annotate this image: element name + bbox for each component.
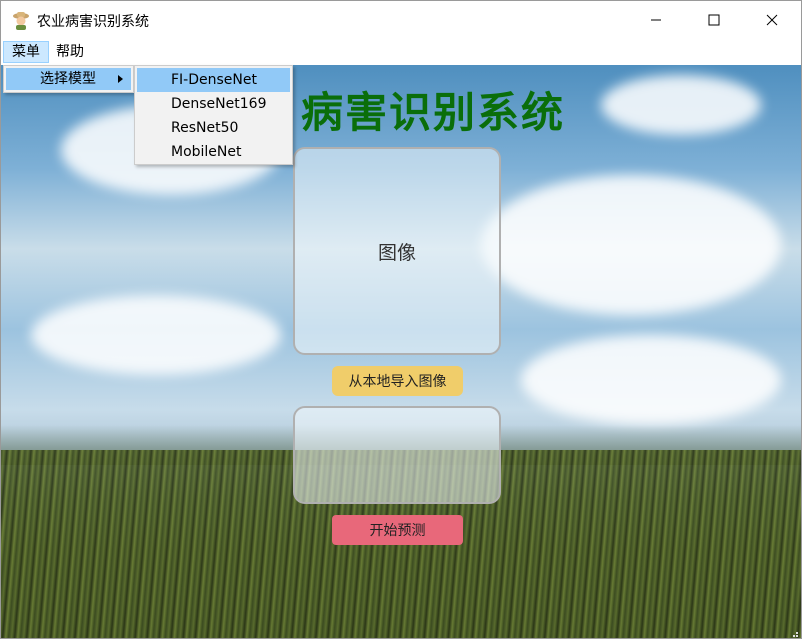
farmer-icon <box>13 12 29 30</box>
menu-main[interactable]: 菜单 <box>3 41 49 63</box>
window-title: 农业病害识别系统 <box>37 14 149 30</box>
image-placeholder-label: 图像 <box>377 241 416 264</box>
close-icon <box>766 14 778 26</box>
main-content: 病害识别系统 图像 从本地导入图像 开始预测 <box>1 65 801 638</box>
background-cloud <box>481 175 781 315</box>
minimize-button[interactable] <box>627 1 685 39</box>
background-cloud <box>601 75 761 135</box>
model-option-fi-densenet[interactable]: FI-DenseNet <box>137 68 290 92</box>
model-submenu: FI-DenseNet DenseNet169 ResNet50 MobileN… <box>134 65 293 165</box>
background-cloud <box>521 335 781 425</box>
start-prediction-button[interactable]: 开始预测 <box>332 515 463 545</box>
model-option-resnet50[interactable]: ResNet50 <box>137 116 290 140</box>
model-option-mobilenet[interactable]: MobileNet <box>137 140 290 164</box>
prediction-result-area <box>293 406 501 504</box>
submenu-arrow-icon <box>118 75 123 83</box>
app-window: 农业病害识别系统 菜单 帮助 病害识别系统 图像 从本地导入图像 开始预测 选择… <box>0 0 802 639</box>
background-cloud <box>31 295 281 375</box>
minimize-icon <box>651 19 661 21</box>
menu-dropdown: 选择模型 <box>3 65 134 93</box>
import-image-button[interactable]: 从本地导入图像 <box>332 366 463 396</box>
maximize-button[interactable] <box>685 1 743 39</box>
model-option-densenet169[interactable]: DenseNet169 <box>137 92 290 116</box>
title-bar[interactable]: 农业病害识别系统 <box>1 1 801 39</box>
maximize-icon <box>708 14 720 26</box>
resize-grip-icon[interactable] <box>789 628 799 638</box>
menu-item-label: 选择模型 <box>40 71 96 87</box>
page-title: 病害识别系统 <box>301 88 566 137</box>
menu-help[interactable]: 帮助 <box>48 41 92 63</box>
image-display-area: 图像 <box>293 147 501 355</box>
menu-item-select-model[interactable]: 选择模型 <box>6 68 131 90</box>
menu-bar: 菜单 帮助 <box>1 39 801 65</box>
close-button[interactable] <box>743 1 801 39</box>
